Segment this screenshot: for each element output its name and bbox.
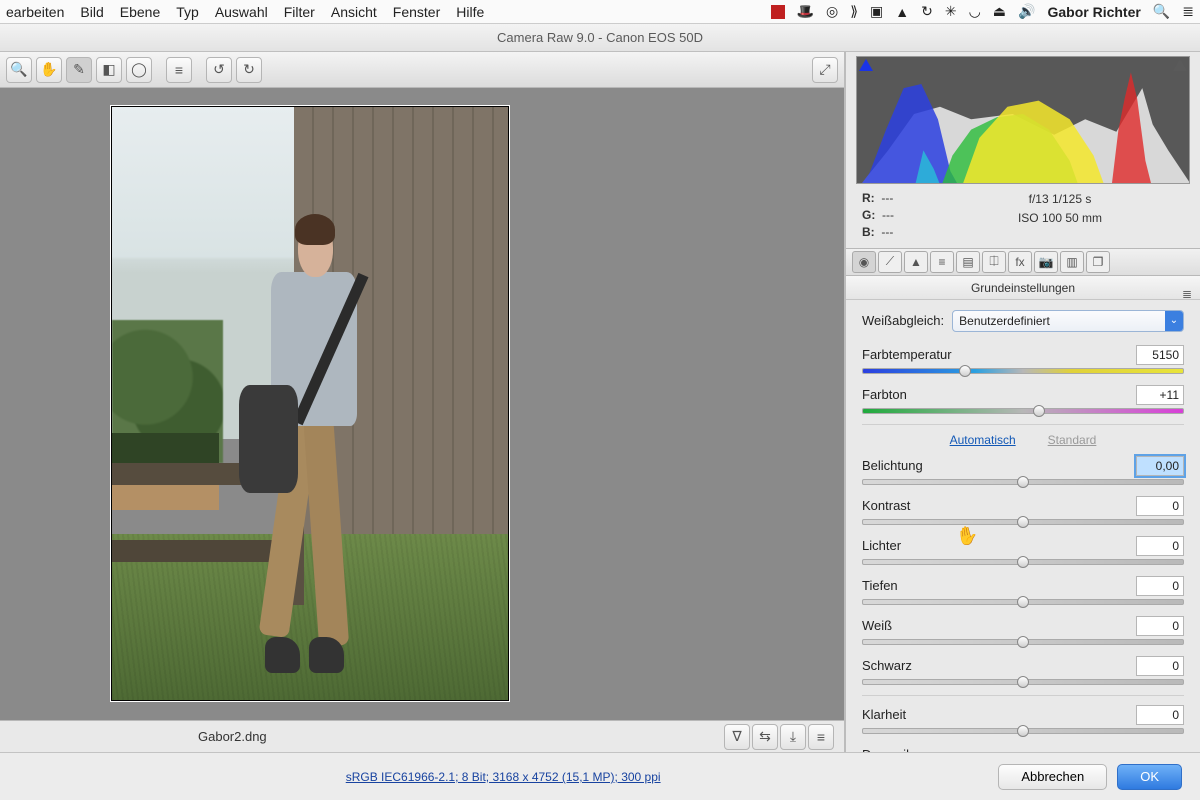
auto-link[interactable]: Automatisch	[950, 433, 1016, 447]
contrast-value[interactable]: 0	[1136, 496, 1184, 516]
spotlight-icon[interactable]: 🔍	[1153, 3, 1170, 20]
shadows-value[interactable]: 0	[1136, 576, 1184, 596]
hat-icon: 🎩	[797, 3, 814, 20]
temp-label: Farbtemperatur	[862, 347, 1136, 362]
wifi-icon: ◡	[969, 3, 981, 20]
tab-split-icon[interactable]: ▤	[956, 251, 980, 273]
display-icon: ▣	[870, 3, 883, 20]
panel-tabs: ◉ ⟋ ▲ ≡ ▤ ⎅ fx 📷 ▥ ❐	[846, 248, 1200, 275]
temp-value[interactable]: 5150	[1136, 345, 1184, 365]
menu-layer[interactable]: Ebene	[120, 4, 160, 20]
exif-line2: ISO 100 50 mm	[936, 209, 1184, 228]
filter-icon[interactable]: ∇	[724, 724, 750, 750]
blacks-label: Schwarz	[862, 658, 1136, 673]
cancel-button[interactable]: Abbrechen	[998, 764, 1107, 790]
sync-icon[interactable]: ⇆	[752, 724, 778, 750]
wave-icon: ⟫	[850, 3, 858, 20]
zoom-tool-icon[interactable]: 🔍	[6, 57, 32, 83]
mac-menubar: earbeiten Bild Ebene Typ Auswahl Filter …	[0, 0, 1200, 24]
color-sampler-icon[interactable]: ◧	[96, 57, 122, 83]
menu-filter[interactable]: Filter	[284, 4, 315, 20]
blacks-value[interactable]: 0	[1136, 656, 1184, 676]
whites-value[interactable]: 0	[1136, 616, 1184, 636]
menu-edit[interactable]: earbeiten	[6, 4, 64, 20]
footer: sRGB IEC61966-2.1; 8 Bit; 3168 x 4752 (1…	[0, 752, 1200, 800]
exif-line1: f/13 1/125 s	[936, 190, 1184, 209]
contrast-slider[interactable]	[862, 519, 1184, 525]
volume-icon: 🔊	[1018, 3, 1035, 20]
wb-tool-icon[interactable]: ✎	[66, 57, 92, 83]
tab-camera-icon[interactable]: 📷	[1034, 251, 1058, 273]
highlights-label: Lichter	[862, 538, 1136, 553]
cc-icon: ◎	[826, 3, 838, 20]
histogram[interactable]	[856, 56, 1190, 184]
rotate-ccw-icon[interactable]: ↺	[206, 57, 232, 83]
bluetooth-icon: ✳︎	[945, 3, 957, 20]
workflow-link[interactable]: sRGB IEC61966-2.1; 8 Bit; 3168 x 4752 (1…	[346, 770, 661, 784]
panel-title: Grundeinstellungen ≣	[846, 276, 1200, 300]
chevron-down-icon: ⌄	[1165, 311, 1183, 331]
tab-snapshots-icon[interactable]: ❐	[1086, 251, 1110, 273]
photo-preview	[111, 106, 509, 701]
clarity-slider[interactable]	[862, 728, 1184, 734]
tab-hsl-icon[interactable]: ≡	[930, 251, 954, 273]
blacks-slider[interactable]	[862, 679, 1184, 685]
ok-button[interactable]: OK	[1117, 764, 1182, 790]
contrast-label: Kontrast	[862, 498, 1136, 513]
temp-slider[interactable]	[862, 368, 1184, 374]
menu-window[interactable]: Fenster	[393, 4, 440, 20]
airplay-icon: ▲	[895, 4, 909, 20]
vibrance-label: Dynamik	[862, 747, 1184, 752]
clarity-label: Klarheit	[862, 707, 1136, 722]
user-name[interactable]: Gabor Richter	[1047, 4, 1140, 20]
left-toolbar: 🔍 ✋ ✎ ◧ ◯ ≡ ↺ ↻ ⤢	[0, 52, 844, 88]
shadows-slider[interactable]	[862, 599, 1184, 605]
menu-select[interactable]: Auswahl	[215, 4, 268, 20]
highlights-value[interactable]: 0	[1136, 536, 1184, 556]
menu-help[interactable]: Hilfe	[456, 4, 484, 20]
tint-label: Farbton	[862, 387, 1136, 402]
eject-icon: ⏏	[993, 3, 1006, 20]
clarity-value[interactable]: 0	[1136, 705, 1184, 725]
menu-type[interactable]: Typ	[176, 4, 199, 20]
crop-tool-icon[interactable]: ≡	[166, 57, 192, 83]
tab-fx-icon[interactable]: fx	[1008, 251, 1032, 273]
tab-basic-icon[interactable]: ◉	[852, 251, 876, 273]
timemachine-icon: ↻	[921, 3, 933, 20]
rotate-cw-icon[interactable]: ↻	[236, 57, 262, 83]
wb-select[interactable]: Benutzerdefiniert ⌄	[952, 310, 1184, 332]
highlights-slider[interactable]	[862, 559, 1184, 565]
exposure-value[interactable]: 0,00	[1136, 456, 1184, 476]
tint-slider[interactable]	[862, 408, 1184, 414]
fullscreen-icon[interactable]: ⤢	[812, 57, 838, 83]
menu-image[interactable]: Bild	[80, 4, 103, 20]
save-image-icon[interactable]: ⤓	[780, 724, 806, 750]
wb-label: Weißabgleich:	[862, 313, 944, 328]
list-icon[interactable]: ≣	[1182, 3, 1194, 20]
filename-label: Gabor2.dng	[198, 729, 267, 744]
shadows-label: Tiefen	[862, 578, 1136, 593]
prefs-icon[interactable]: ≡	[808, 724, 834, 750]
panel-menu-icon[interactable]: ≣	[1182, 282, 1192, 306]
menu-view[interactable]: Ansicht	[331, 4, 377, 20]
whites-label: Weiß	[862, 618, 1136, 633]
status-app-icon	[771, 5, 785, 19]
tab-presets-icon[interactable]: ▥	[1060, 251, 1084, 273]
tint-value[interactable]: +11	[1136, 385, 1184, 405]
hand-tool-icon[interactable]: ✋	[36, 57, 62, 83]
exposure-slider[interactable]	[862, 479, 1184, 485]
tab-detail-icon[interactable]: ▲	[904, 251, 928, 273]
whites-slider[interactable]	[862, 639, 1184, 645]
tab-curve-icon[interactable]: ⟋	[878, 251, 902, 273]
target-adjust-icon[interactable]: ◯	[126, 57, 152, 83]
preview-canvas[interactable]	[0, 88, 844, 720]
exposure-label: Belichtung	[862, 458, 1136, 473]
readout-block: R: --- G: --- B: --- f/13 1/125 s ISO 10…	[846, 184, 1200, 248]
tab-lens-icon[interactable]: ⎅	[982, 251, 1006, 273]
standard-link[interactable]: Standard	[1048, 433, 1097, 447]
window-title: Camera Raw 9.0 - Canon EOS 50D	[0, 24, 1200, 52]
